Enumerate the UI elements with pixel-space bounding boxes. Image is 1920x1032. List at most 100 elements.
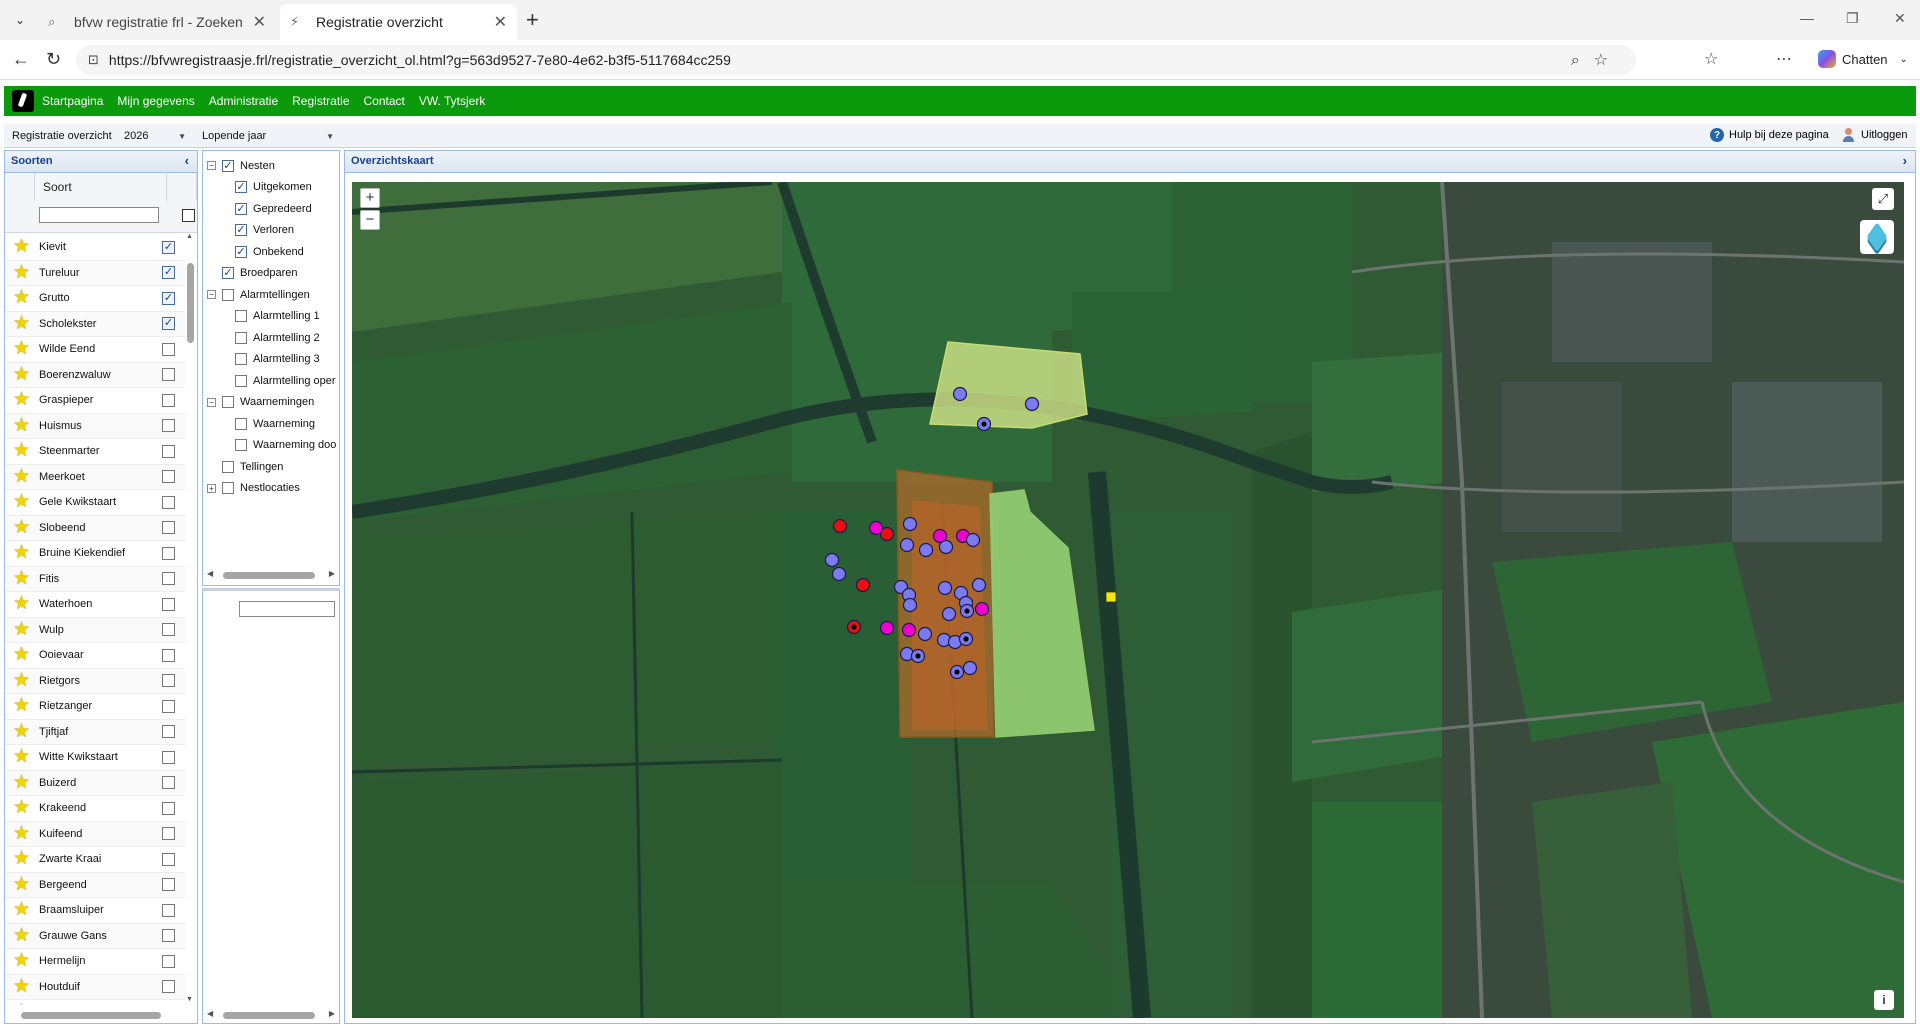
layer-checkbox[interactable]	[235, 331, 247, 344]
layer-detail-horizontal-scrollbar[interactable]: ◀ ▶	[207, 1009, 335, 1020]
star-icon[interactable]: ★	[13, 645, 33, 665]
layer-checkbox[interactable]: ✓	[235, 181, 247, 194]
nest-marker[interactable]	[965, 532, 981, 548]
species-row[interactable]: ★ Wulp	[5, 617, 185, 643]
star-icon[interactable]: ★	[13, 849, 33, 869]
star-icon[interactable]: ★	[13, 772, 33, 793]
layer-filter-input[interactable]	[239, 601, 335, 617]
species-row[interactable]: ★ Kievit ✓	[5, 235, 185, 261]
zoom-in-button[interactable]: +	[360, 188, 380, 208]
nest-marker[interactable]	[899, 537, 915, 553]
species-row[interactable]: ★ Tureluur ✓	[5, 260, 185, 286]
layer-checkbox[interactable]	[235, 417, 247, 430]
species-row[interactable]: ★ Houtduif	[5, 974, 185, 1000]
star-icon[interactable]: ★	[13, 798, 33, 818]
species-row[interactable]: ★ Witte Kwikstaart	[5, 745, 185, 771]
species-checkbox[interactable]: ✓	[162, 291, 175, 305]
scrollbar-thumb[interactable]	[223, 572, 315, 579]
help-button[interactable]: ? Hulp bij deze pagina	[1710, 128, 1829, 142]
minimize-icon[interactable]: —	[1800, 10, 1814, 26]
species-row[interactable]: ★Huiszwaluw	[5, 1000, 185, 1005]
scrollbar-thumb[interactable]	[21, 1012, 161, 1019]
star-icon[interactable]: ★	[13, 696, 33, 716]
species-checkbox[interactable]	[162, 725, 175, 739]
layer-checkbox[interactable]	[235, 439, 247, 452]
species-row[interactable]: ★ Waterhoen	[5, 592, 185, 618]
year-select[interactable]: 2026 ▼	[124, 127, 190, 145]
species-checkbox[interactable]: ✓	[162, 266, 175, 280]
species-row[interactable]: ★ Fitis	[5, 566, 185, 592]
layer-row[interactable]: − Waarnemingen	[203, 392, 341, 414]
nest-marker[interactable]	[918, 542, 934, 558]
species-row[interactable]: ★ Tjiftjaf	[5, 719, 185, 745]
star-icon[interactable]: ★	[13, 900, 33, 920]
scrollbar-thumb[interactable]	[223, 1012, 315, 1019]
collapse-left-icon[interactable]: ‹	[185, 153, 189, 168]
tab-actions-menu-icon[interactable]: ⌄	[8, 8, 32, 32]
star-icon[interactable]: ★	[13, 262, 33, 283]
star-icon[interactable]: ★	[13, 517, 33, 538]
species-checkbox[interactable]	[162, 419, 175, 433]
layer-row[interactable]: Tellingen	[203, 456, 341, 478]
species-checkbox[interactable]	[162, 444, 175, 458]
species-checkbox[interactable]	[162, 623, 175, 637]
nest-marker[interactable]	[917, 626, 933, 642]
species-checkbox[interactable]	[162, 368, 175, 382]
species-row[interactable]: ★ Huismus	[5, 413, 185, 439]
nest-marker[interactable]	[962, 660, 978, 676]
nest-marker[interactable]	[952, 386, 968, 402]
species-checkbox[interactable]	[162, 929, 175, 943]
species-row[interactable]: ★ Buizerd	[5, 770, 185, 796]
browser-tab-search[interactable]: ⌕ bfvw registratie frl - Zoeken ✕	[38, 4, 276, 40]
layer-checkbox[interactable]	[235, 353, 247, 366]
species-row[interactable]: ★ Zwarte Kraai	[5, 847, 185, 873]
species-checkbox[interactable]	[162, 750, 175, 764]
nav-administratie[interactable]: Administratie	[209, 94, 278, 108]
zoom-out-button[interactable]: −	[360, 210, 380, 230]
site-info-icon[interactable]: ⊡	[88, 52, 99, 68]
layer-checkbox[interactable]	[222, 396, 234, 409]
tree-expander-icon[interactable]: −	[207, 397, 216, 407]
species-checkbox[interactable]	[162, 597, 175, 611]
species-row[interactable]: ★ Rietzanger	[5, 694, 185, 720]
reload-icon[interactable]: ↻	[46, 49, 61, 70]
tree-expander-icon[interactable]: −	[207, 161, 216, 171]
species-row[interactable]: ★ Braamsluiper	[5, 898, 185, 924]
species-checkbox[interactable]	[162, 801, 175, 815]
layer-checkbox[interactable]	[222, 460, 234, 473]
star-icon[interactable]: ★	[13, 976, 33, 997]
more-icon[interactable]: ⋯	[1776, 49, 1792, 69]
species-checkbox[interactable]	[162, 470, 175, 484]
layer-row[interactable]: ✓ Verloren	[203, 220, 341, 242]
nest-marker[interactable]	[1024, 396, 1040, 412]
star-icon[interactable]: ★	[13, 415, 33, 436]
species-row[interactable]: ★ Krakeend	[5, 796, 185, 822]
layer-row[interactable]: Alarmtelling 2	[203, 327, 341, 349]
star-icon[interactable]: ★	[13, 364, 33, 385]
species-checkbox[interactable]	[162, 342, 175, 356]
species-checkbox[interactable]	[162, 878, 175, 892]
url-field[interactable]: ⊡ https://bfvwregistraasje.frl/registrat…	[76, 45, 1636, 75]
star-icon[interactable]: ★	[13, 951, 33, 971]
nest-marker[interactable]	[855, 577, 871, 593]
species-checkbox[interactable]	[162, 699, 175, 713]
layer-row[interactable]: − ✓ Nesten	[203, 155, 341, 177]
species-row[interactable]: ★ Grutto ✓	[5, 286, 185, 312]
layer-checkbox[interactable]	[235, 374, 247, 387]
star-icon[interactable]: ★	[13, 721, 33, 742]
nest-marker[interactable]	[902, 597, 918, 613]
close-icon[interactable]: ✕	[494, 12, 507, 32]
layer-checkbox[interactable]	[222, 482, 234, 495]
layer-checkbox[interactable]: ✓	[235, 224, 247, 237]
nest-marker[interactable]	[938, 539, 954, 555]
soorten-horizontal-scrollbar[interactable]	[11, 1011, 181, 1020]
species-checkbox[interactable]	[162, 980, 175, 994]
nest-marker[interactable]	[971, 577, 987, 593]
species-row[interactable]: ★ Steenmarter	[5, 439, 185, 465]
star-icon[interactable]: ★	[13, 670, 33, 691]
star-icon[interactable]: ★	[13, 594, 33, 614]
browser-tab-registratie[interactable]: ⚡ Registratie overzicht ✕	[280, 4, 517, 40]
nest-marker[interactable]	[879, 526, 895, 542]
layer-tree-horizontal-scrollbar[interactable]: ◀ ▶	[207, 569, 335, 580]
nest-marker[interactable]	[974, 601, 990, 617]
